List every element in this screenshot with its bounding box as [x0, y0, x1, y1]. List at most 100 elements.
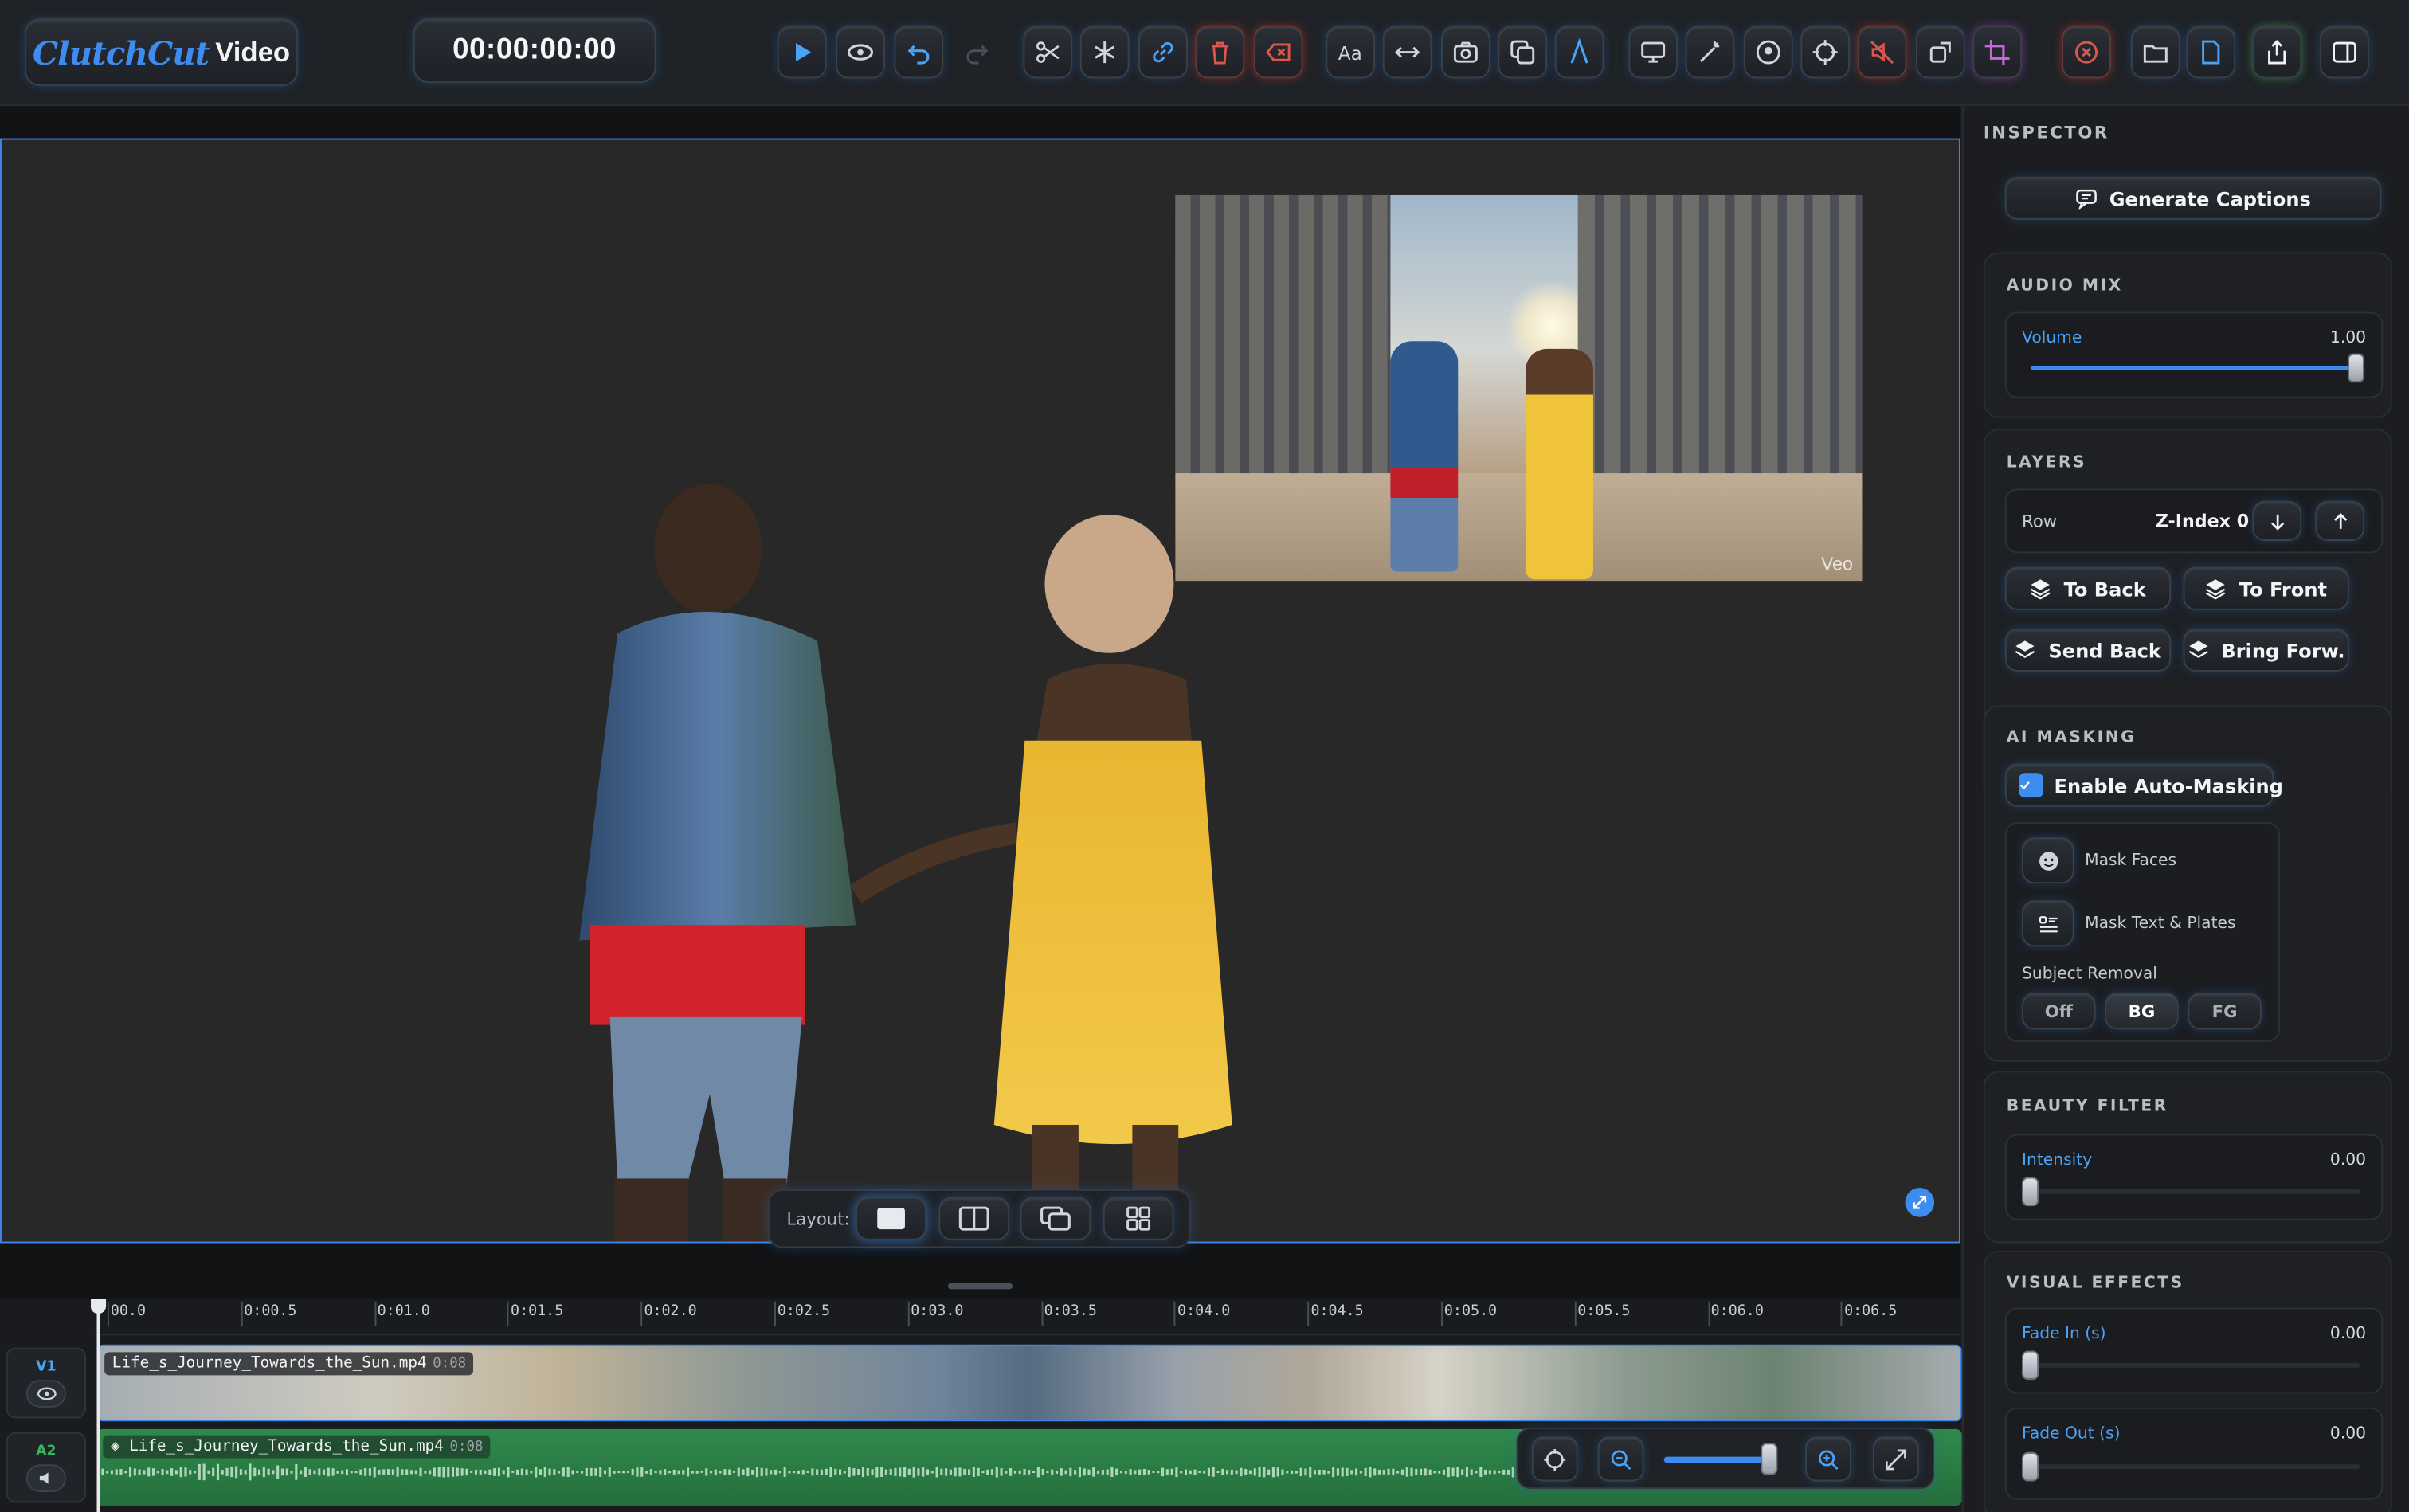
zoom-slider-thumb[interactable]	[1761, 1443, 1778, 1475]
freeze-button[interactable]	[1079, 25, 1130, 79]
stop-record-button[interactable]	[2062, 25, 2111, 79]
intensity-slider-thumb[interactable]	[2022, 1177, 2039, 1207]
intensity-slider-track[interactable]	[2031, 1189, 2360, 1194]
waveform-bar	[272, 1470, 275, 1475]
waveform-bar	[576, 1471, 579, 1473]
crop-button[interactable]	[1972, 25, 2023, 79]
face-button[interactable]	[1743, 25, 1793, 79]
fade-in-slider-thumb[interactable]	[2022, 1350, 2039, 1381]
generate-captions-button[interactable]: Generate Captions	[2004, 176, 2382, 220]
layout-grid-button[interactable]	[1103, 1197, 1174, 1240]
send-back-button[interactable]: Send Back	[2004, 628, 2172, 672]
split-button[interactable]	[1023, 25, 1073, 79]
waveform-bar	[755, 1467, 758, 1478]
waveform-bar	[189, 1470, 192, 1475]
zoom-in-button[interactable]	[1805, 1436, 1851, 1482]
mask-faces-button[interactable]	[2022, 837, 2074, 884]
redo-button[interactable]	[953, 26, 1002, 79]
fit-timeline-button[interactable]	[1872, 1436, 1919, 1482]
mask-text-button[interactable]	[2022, 900, 2074, 947]
waveform-bar	[672, 1469, 676, 1475]
waveform-bar	[811, 1468, 814, 1476]
to-front-button[interactable]: To Front	[2183, 566, 2349, 610]
waveform-bar	[590, 1467, 593, 1476]
fullscreen-button[interactable]	[1905, 1188, 1935, 1217]
volume-control: Volume 1.00	[2004, 311, 2384, 398]
mute-button[interactable]	[1857, 25, 1907, 79]
masked-subjects[interactable]	[556, 480, 1248, 1242]
auto-masking-label: Enable Auto-Masking	[2054, 774, 2283, 797]
layout-single-button[interactable]	[856, 1197, 926, 1240]
snapshot-button[interactable]	[1441, 25, 1490, 79]
layout-split-button[interactable]	[938, 1197, 1010, 1240]
waveform-bar	[1258, 1467, 1261, 1477]
track-visibility-toggle[interactable]	[25, 1379, 66, 1407]
toggle-panel-button[interactable]	[2320, 25, 2369, 79]
time-ruler[interactable]: 00.0 0:00.5 0:01.0 0:01.5 0:02.0 0:02.5 0:03.0…	[95, 1299, 1960, 1336]
preview-button[interactable]	[836, 25, 885, 79]
screen-button[interactable]	[1628, 25, 1678, 79]
waveform-bar	[640, 1467, 644, 1477]
waveform-bar	[1147, 1470, 1150, 1475]
ripple-delete-button[interactable]	[1253, 25, 1303, 79]
fade-out-slider-track[interactable]	[2031, 1464, 2360, 1470]
fade-in-slider-track[interactable]	[2031, 1362, 2360, 1368]
track-mute-toggle[interactable]	[25, 1463, 66, 1491]
waveform-bar	[801, 1470, 805, 1475]
masking-options: Mask Faces Mask Text & Plates Subject Re…	[2004, 821, 2281, 1042]
child-boy	[1390, 341, 1459, 572]
waveform-bar	[746, 1467, 750, 1477]
pip-video-layer[interactable]: Veo	[1175, 194, 1863, 582]
open-project-button[interactable]	[2130, 25, 2180, 79]
to-back-button[interactable]: To Back	[2004, 566, 2172, 610]
center-playhead-button[interactable]	[1531, 1436, 1578, 1482]
subject-removal-fg[interactable]: FG	[2188, 993, 2262, 1030]
transform-button[interactable]	[1915, 25, 1965, 79]
bring-forward-button[interactable]: Bring Forw.	[2183, 628, 2349, 672]
link-button[interactable]	[1138, 25, 1188, 79]
waveform-bar	[364, 1467, 367, 1476]
waveform-bar	[1451, 1467, 1455, 1477]
undo-button[interactable]	[894, 25, 944, 79]
zoom-out-button[interactable]	[1597, 1436, 1644, 1482]
waveform-bar	[765, 1468, 768, 1476]
waveform-bar	[1276, 1467, 1279, 1477]
zindex-down-button[interactable]	[2252, 500, 2302, 541]
text-button[interactable]: Aa	[1326, 25, 1376, 79]
auto-masking-toggle[interactable]: Enable Auto-Masking	[2004, 763, 2283, 807]
layout-bar: Layout:	[768, 1189, 1191, 1248]
track-button[interactable]	[1800, 25, 1851, 79]
waveform-bar	[244, 1470, 247, 1475]
play-button[interactable]	[777, 25, 827, 79]
draw-button[interactable]	[1554, 25, 1604, 79]
volume-slider-track[interactable]	[2031, 366, 2360, 370]
volume-slider-thumb[interactable]	[2347, 353, 2365, 383]
zoom-slider-track[interactable]	[1663, 1456, 1775, 1463]
swap-button[interactable]	[1382, 25, 1432, 79]
playhead[interactable]	[90, 1298, 107, 1512]
waveform-bar	[742, 1469, 745, 1475]
magic-button[interactable]	[1685, 25, 1735, 79]
waveform-bar	[1447, 1467, 1450, 1478]
video-clip[interactable]: Life_s_Journey_Towards_the_Sun.mp4 0:08	[96, 1344, 1962, 1422]
duplicate-button[interactable]	[1498, 25, 1548, 79]
scissors-icon	[1034, 38, 1062, 66]
panel-resize-handle[interactable]	[947, 1283, 1013, 1290]
intensity-label: Intensity	[2022, 1150, 2093, 1169]
ruler-tick: 0:04.5	[1307, 1301, 1364, 1326]
layers-icon	[2030, 578, 2063, 600]
waveform-bar	[1387, 1468, 1390, 1476]
fade-out-slider-thumb[interactable]	[2022, 1451, 2039, 1482]
delete-button[interactable]	[1195, 25, 1245, 79]
waveform-bar	[280, 1468, 284, 1476]
zindex-up-button[interactable]	[2315, 500, 2365, 541]
layout-pip-button[interactable]	[1020, 1197, 1091, 1240]
subject-removal-bg[interactable]: BG	[2105, 993, 2179, 1030]
mask-text-label: Mask Text & Plates	[2085, 914, 2236, 933]
waveform-bar	[880, 1467, 883, 1477]
waveform-bar	[907, 1468, 911, 1476]
save-project-button[interactable]	[2186, 25, 2236, 79]
subject-removal-off[interactable]: Off	[2022, 993, 2096, 1030]
waveform-bar	[677, 1470, 680, 1475]
export-button[interactable]	[2252, 25, 2302, 79]
